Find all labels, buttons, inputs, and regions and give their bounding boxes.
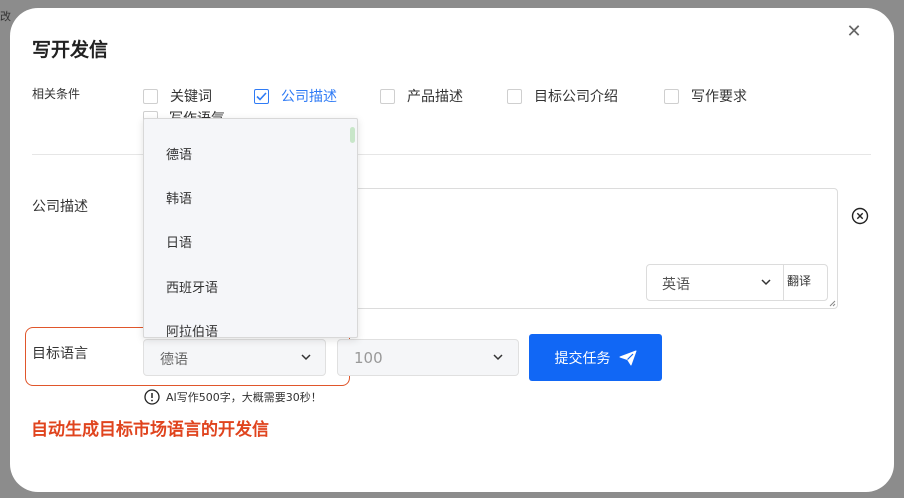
checkbox-box[interactable]: [664, 88, 679, 104]
conditions-label: 相关条件: [32, 87, 81, 101]
checkbox-box[interactable]: [254, 88, 269, 104]
dialog-title: 写开发信: [32, 39, 109, 61]
dropdown-item-korean[interactable]: 韩语: [166, 188, 192, 207]
promo-caption: 自动生成目标市场语言的开发信: [31, 420, 269, 440]
chevron-down-icon: [301, 354, 311, 361]
info-note: AI写作500字，大概需要30秒！: [144, 389, 322, 405]
submit-task-button[interactable]: 提交任务: [529, 334, 662, 381]
checkbox-label: 公司描述: [281, 89, 337, 105]
company-description-label: 公司描述: [32, 199, 88, 215]
select-separator: [783, 265, 784, 300]
chevron-down-icon: [761, 279, 771, 286]
checkbox-target-company[interactable]: 目标公司介绍: [507, 86, 618, 106]
dropdown-item-arabic[interactable]: 阿拉伯语: [166, 321, 218, 337]
dropdown-item-german[interactable]: 德语: [166, 144, 192, 163]
checkbox-box[interactable]: [507, 88, 522, 104]
target-language-select[interactable]: 德语: [143, 339, 326, 376]
write-letter-dialog: 写开发信 ✕ 相关条件 关键词 公司描述 产品描述 目标公司介绍 写作要求 写作…: [10, 8, 894, 492]
checkbox-label: 关键词: [170, 89, 212, 105]
dropdown-scrollbar[interactable]: [350, 127, 355, 143]
resize-grip-icon[interactable]: [828, 299, 836, 307]
checkbox-label: 目标公司介绍: [534, 89, 618, 105]
checkbox-company-description[interactable]: 公司描述: [254, 86, 337, 106]
dropdown-item-japanese[interactable]: 日语: [166, 232, 192, 251]
submit-label: 提交任务: [554, 350, 611, 367]
checkbox-product-description[interactable]: 产品描述: [380, 86, 463, 106]
info-text: AI写作500字，大概需要30秒！: [166, 391, 322, 404]
close-icon[interactable]: ✕: [844, 22, 864, 42]
word-count-select[interactable]: 100: [337, 339, 519, 376]
translate-language-value: 英语: [662, 277, 690, 293]
target-language-value: 德语: [160, 352, 188, 368]
checkbox-box[interactable]: [380, 88, 395, 104]
info-icon: [144, 389, 160, 405]
dropdown-item-spanish[interactable]: 西班牙语: [166, 277, 218, 296]
translate-button[interactable]: 翻译: [787, 272, 811, 289]
checkbox-writing-requirements[interactable]: 写作要求: [664, 86, 747, 106]
language-dropdown-menu[interactable]: 德语 韩语 日语 西班牙语 阿拉伯语: [143, 118, 358, 338]
checkbox-box[interactable]: [143, 88, 158, 104]
paper-plane-icon: [619, 350, 636, 365]
word-count-value: 100: [354, 349, 383, 367]
checkbox-label: 写作要求: [691, 89, 747, 105]
checkbox-keyword[interactable]: 关键词: [143, 86, 212, 106]
chevron-down-icon: [493, 354, 503, 361]
circle-x-icon[interactable]: [851, 207, 869, 225]
background-text: 改: [0, 10, 11, 23]
target-language-label: 目标语言: [32, 346, 88, 362]
checkbox-label: 产品描述: [407, 89, 463, 105]
